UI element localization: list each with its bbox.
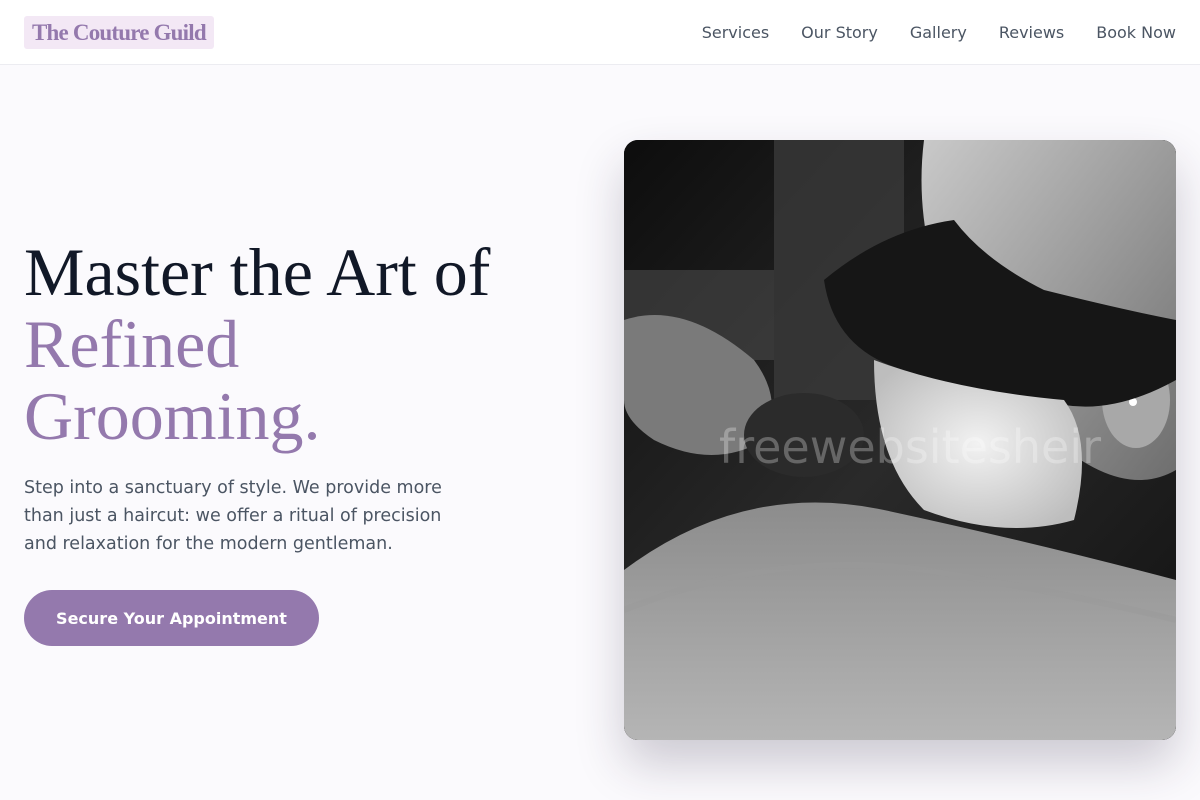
hero-title-accent-line-1: Refined [24,306,240,382]
nav-link-book-now[interactable]: Book Now [1096,23,1176,42]
hero-description: Step into a sanctuary of style. We provi… [24,478,442,554]
secure-appointment-button[interactable]: Secure Your Appointment [24,590,319,646]
image-watermark: freewebsitesheir [719,420,1102,474]
hero-photo-barber-shave: freewebsitesheir [624,140,1176,740]
nav-link-reviews[interactable]: Reviews [999,23,1064,42]
nav-link-gallery[interactable]: Gallery [910,23,967,42]
hero-title: Master the Art of Refined Grooming. [24,236,584,452]
brand-logo[interactable]: The Couture Guild [24,16,214,49]
main-nav: Services Our Story Gallery Reviews Book … [702,0,1176,64]
nav-link-services[interactable]: Services [702,23,769,42]
hero-title-line-1: Master the Art of [24,234,491,310]
hero-title-accent-line-2: Grooming. [24,378,321,454]
site-header: The Couture Guild Services Our Story Gal… [0,0,1200,65]
nav-link-our-story[interactable]: Our Story [801,23,878,42]
